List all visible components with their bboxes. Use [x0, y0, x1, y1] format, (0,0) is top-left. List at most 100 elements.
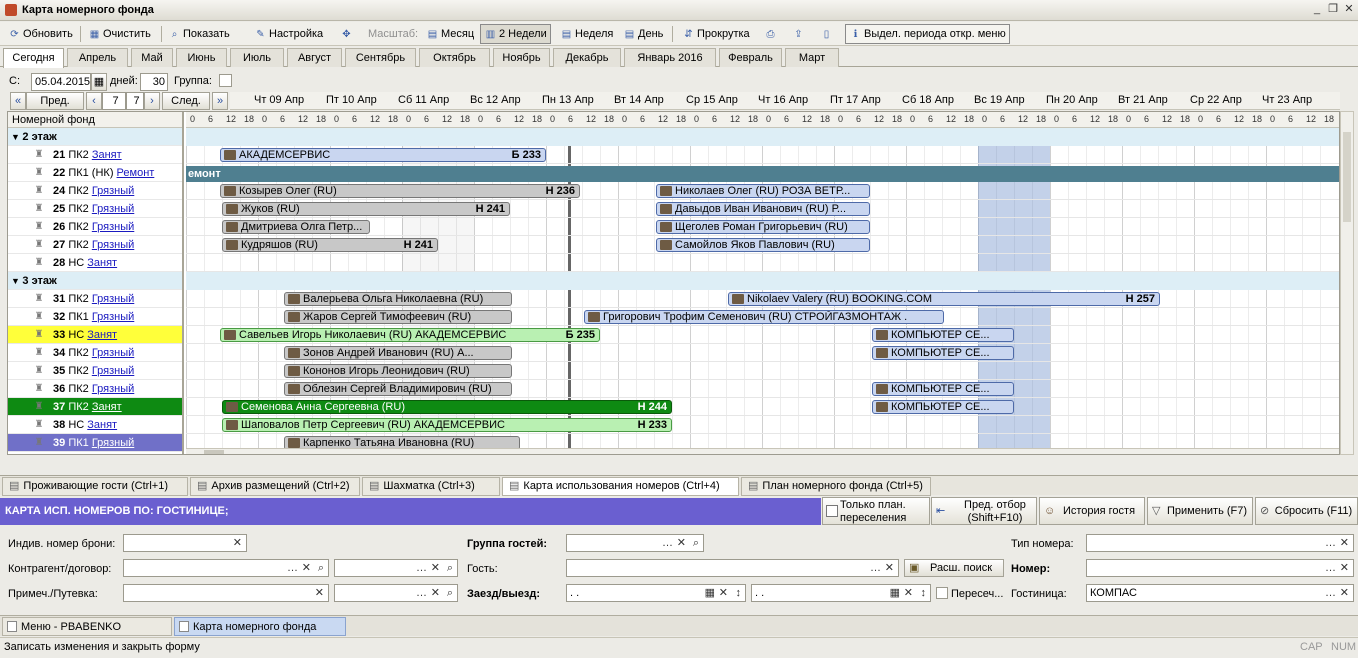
- extended-search-button[interactable]: ▣ Расш. поиск: [904, 559, 1004, 577]
- tab-0[interactable]: Сегодня: [3, 48, 64, 68]
- tab-1[interactable]: Апрель: [67, 48, 128, 67]
- room-row[interactable]: ♜ 21 ПК2 Занят: [8, 146, 182, 164]
- room-status-link[interactable]: Грязный: [92, 437, 134, 449]
- room-status-link[interactable]: Грязный: [92, 293, 134, 305]
- clear-icon[interactable]: ✕: [431, 585, 440, 601]
- hotel-input[interactable]: КОМПАС ✕…: [1086, 584, 1354, 602]
- room-row[interactable]: ♜ 37 ПК2 Занят: [8, 398, 182, 416]
- fit-button[interactable]: ✥: [336, 24, 356, 44]
- select-icon[interactable]: …: [287, 560, 298, 576]
- booking-bar[interactable]: Дмитриева Олга Петр...: [222, 220, 370, 234]
- week-button[interactable]: ▤ Неделя: [556, 24, 617, 44]
- calendar-icon[interactable]: ▦: [890, 585, 900, 601]
- bottom-tab-2[interactable]: ▤ Шахматка (Ctrl+3): [362, 477, 500, 496]
- tab-2[interactable]: Май: [131, 48, 173, 67]
- step-input[interactable]: 7: [102, 92, 126, 110]
- clear-icon[interactable]: ✕: [677, 535, 686, 551]
- booking-bar[interactable]: КОМПЬЮТЕР СЕ...: [872, 346, 1014, 360]
- select-icon[interactable]: …: [416, 585, 427, 601]
- booking-bar[interactable]: КОМПЬЮТЕР СЕ...: [872, 382, 1014, 396]
- tab-9[interactable]: Декабрь: [553, 48, 621, 67]
- refresh-button[interactable]: ⟳ Обновить: [4, 24, 77, 44]
- room-row[interactable]: ♜ 27 ПК2 Грязный: [8, 236, 182, 254]
- booking-bar[interactable]: Nikolaev Valery (RU) BOOKING.COM Н 257: [728, 292, 1160, 306]
- booking-bar[interactable]: Облезин Сергей Владимирович (RU): [284, 382, 512, 396]
- room-status-link[interactable]: Занят: [92, 149, 122, 161]
- booking-bar[interactable]: Валерьева Ольга Николаевна (RU): [284, 292, 512, 306]
- booking-bar[interactable]: Савельев Игорь Николаевич (RU) АКАДЕМСЕР…: [220, 328, 600, 342]
- horizontal-scrollbar[interactable]: [186, 448, 1339, 454]
- room-row[interactable]: ♜ 32 ПК1 Грязный: [8, 308, 182, 326]
- days-input[interactable]: 30: [140, 73, 168, 91]
- select-icon[interactable]: …: [1325, 535, 1336, 551]
- double-left-icon[interactable]: «: [10, 92, 26, 110]
- tab-4[interactable]: Июль: [230, 48, 284, 67]
- room-row[interactable]: ♜ 22 ПК1 (НК) Ремонт: [8, 164, 182, 182]
- select-icon[interactable]: …: [1325, 585, 1336, 601]
- bottom-tab-0[interactable]: ▤ Проживающие гости (Ctrl+1): [2, 477, 188, 496]
- chevron-left-icon[interactable]: ‹: [86, 92, 102, 110]
- bottom-tab-1[interactable]: ▤ Архив размещений (Ctrl+2): [190, 477, 360, 496]
- booking-no-input[interactable]: ✕: [123, 534, 247, 552]
- prev-selection-button[interactable]: ⇤ Пред. отбор (Shift+F10): [931, 497, 1037, 525]
- minimize-icon[interactable]: _: [1310, 3, 1324, 17]
- room-status-link[interactable]: Грязный: [92, 221, 134, 233]
- booking-bar[interactable]: Самойлов Яков Павлович (RU): [656, 238, 870, 252]
- room-row[interactable]: ♜ 28 НС Занят: [8, 254, 182, 272]
- clear-button[interactable]: ▦ Очистить: [84, 24, 155, 44]
- booking-bar[interactable]: Давыдов Иван Иванович (RU) Р...: [656, 202, 870, 216]
- room-row[interactable]: ♜ 39 ПК1 Грязный: [8, 434, 182, 452]
- room-status-link[interactable]: Ремонт: [117, 167, 155, 179]
- room-input[interactable]: ✕…: [1086, 559, 1354, 577]
- intersect-checkbox[interactable]: [936, 587, 948, 599]
- double-right-icon[interactable]: »: [212, 92, 228, 110]
- select-icon[interactable]: …: [662, 535, 673, 551]
- search-icon[interactable]: ⌕: [447, 560, 453, 576]
- calendar-icon[interactable]: ▦: [705, 585, 715, 601]
- room-row[interactable]: ♜ 31 ПК2 Грязный: [8, 290, 182, 308]
- guest-group-input[interactable]: ⌕ ✕…: [566, 534, 704, 552]
- floor-group[interactable]: ▼ 2 этаж: [8, 128, 182, 146]
- room-status-link[interactable]: Занят: [92, 401, 122, 413]
- booking-bar[interactable]: Шаповалов Петр Сергеевич (RU) АКАДЕМСЕРВ…: [222, 418, 672, 432]
- clear-icon[interactable]: ✕: [1340, 560, 1349, 576]
- spin-icon[interactable]: ↕: [736, 585, 742, 601]
- scrollbar-thumb[interactable]: [204, 450, 224, 454]
- room-type-input[interactable]: ✕…: [1086, 534, 1354, 552]
- from-date-input[interactable]: 05.04.2015: [31, 73, 91, 91]
- room-row[interactable]: ♜ 33 НС Занят: [8, 326, 182, 344]
- checkout-date-input[interactable]: . . ↕ ✕ ▦: [751, 584, 931, 602]
- print-button[interactable]: ⎙: [760, 24, 780, 44]
- booking-bar[interactable]: Щеголев Роман Григорьевич (RU): [656, 220, 870, 234]
- guest-history-button[interactable]: ☺ История гостя: [1039, 497, 1145, 525]
- room-status-link[interactable]: Занят: [87, 419, 117, 431]
- guest-input[interactable]: ✕…: [566, 559, 899, 577]
- tab-3[interactable]: Июнь: [176, 48, 227, 67]
- collapse-icon[interactable]: ▼: [11, 132, 22, 142]
- booking-bar[interactable]: Николаев Олег (RU) РОЗА ВЕТР...: [656, 184, 870, 198]
- clear-icon[interactable]: ✕: [904, 585, 913, 601]
- month-button[interactable]: ▤ Месяц: [422, 24, 478, 44]
- scrollbar-thumb[interactable]: [1343, 132, 1351, 222]
- room-status-link[interactable]: Грязный: [92, 347, 134, 359]
- search-icon[interactable]: ⌕: [447, 585, 453, 601]
- clear-icon[interactable]: ✕: [1340, 585, 1349, 601]
- contractor-input[interactable]: ⌕ ✕…: [123, 559, 329, 577]
- calendar-icon[interactable]: ▦: [91, 73, 107, 91]
- vertical-scrollbar[interactable]: [1340, 111, 1354, 455]
- settings-button[interactable]: ✎ Настройка: [250, 24, 327, 44]
- note-input[interactable]: ✕: [123, 584, 329, 602]
- room-status-link[interactable]: Занят: [87, 257, 117, 269]
- floor-group[interactable]: ▼ 3 этаж: [8, 272, 182, 290]
- room-row[interactable]: ♜ 25 ПК2 Грязный: [8, 200, 182, 218]
- restore-icon[interactable]: ❐: [1326, 3, 1340, 17]
- room-row[interactable]: ♜ 34 ПК2 Грязный: [8, 344, 182, 362]
- show-button[interactable]: ⌕ Показать: [164, 24, 234, 44]
- booking-bar[interactable]: Кудряшов (RU) Н 241: [222, 238, 438, 252]
- search-icon[interactable]: ⌕: [318, 560, 324, 576]
- room-status-link[interactable]: Грязный: [92, 383, 134, 395]
- room-row[interactable]: ♜ 35 ПК2 Грязный: [8, 362, 182, 380]
- clear-icon[interactable]: ✕: [1340, 535, 1349, 551]
- booking-bar[interactable]: КОМПЬЮТЕР СЕ...: [872, 400, 1014, 414]
- clear-icon[interactable]: ✕: [719, 585, 728, 601]
